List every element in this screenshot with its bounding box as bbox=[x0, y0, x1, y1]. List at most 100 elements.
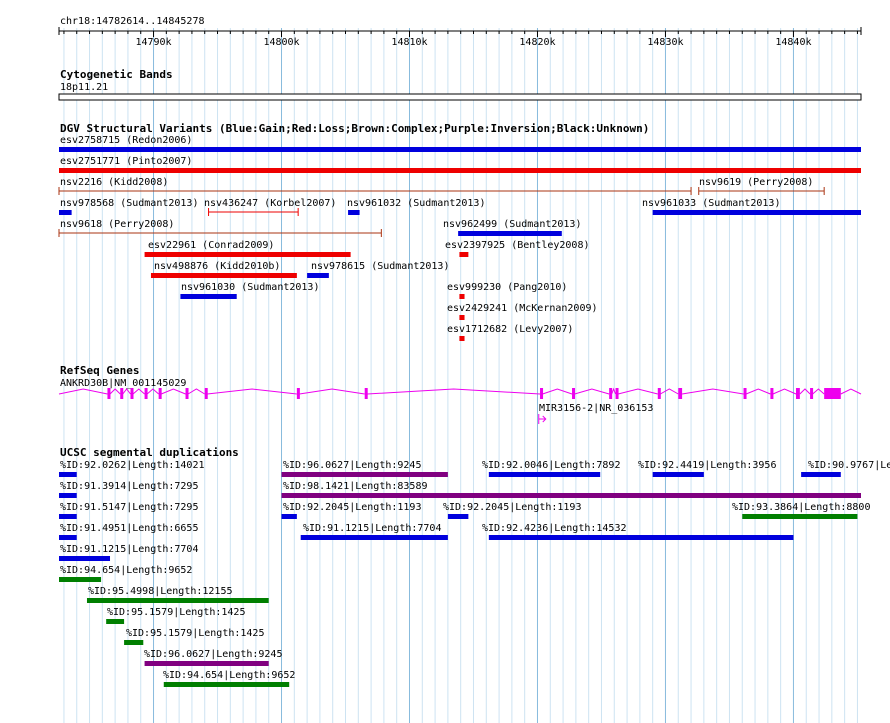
gene-exon[interactable] bbox=[204, 388, 208, 399]
variant-bar[interactable] bbox=[459, 252, 469, 257]
segdup-bar[interactable] bbox=[801, 472, 841, 477]
gene-exon[interactable] bbox=[107, 388, 111, 399]
variant-label: esv2429241 (McKernan2009) bbox=[447, 303, 598, 314]
segdup-bar[interactable] bbox=[281, 472, 448, 477]
segdup-bar[interactable] bbox=[447, 514, 469, 519]
segdup-bar[interactable] bbox=[59, 493, 77, 498]
variant-bar[interactable] bbox=[59, 168, 861, 173]
strand-arrow-icon bbox=[538, 415, 547, 423]
segdup-bar[interactable] bbox=[281, 493, 861, 498]
gene-exon[interactable] bbox=[144, 388, 148, 399]
cytoband-bar[interactable] bbox=[58, 93, 862, 101]
variant-label: nsv436247 (Korbel2007) bbox=[204, 198, 336, 209]
gene-exon[interactable] bbox=[364, 388, 368, 399]
gene-label: MIR3156-2|NR_036153 bbox=[539, 403, 653, 414]
variant-bar[interactable] bbox=[652, 210, 861, 215]
variant-label: esv999230 (Pang2010) bbox=[447, 282, 567, 293]
segdup-label: %ID:92.0046|Length:7892 bbox=[482, 460, 620, 471]
ruler-tick-label: 14830k bbox=[647, 37, 683, 48]
segdup-label: %ID:91.1215|Length:7704 bbox=[303, 523, 441, 534]
segdup-bar[interactable] bbox=[488, 535, 794, 540]
segdup-label: %ID:95.1579|Length:1425 bbox=[126, 628, 264, 639]
segdup-bar[interactable] bbox=[59, 472, 77, 477]
variant-bar[interactable] bbox=[59, 210, 72, 215]
segdup-label: %ID:98.1421|Length:83589 bbox=[283, 481, 428, 492]
segdup-bar[interactable] bbox=[59, 556, 111, 561]
variant-label: esv2751771 (Pinto2007) bbox=[60, 156, 192, 167]
segdup-bar[interactable] bbox=[300, 535, 448, 540]
segdup-bar[interactable] bbox=[742, 514, 858, 519]
segdup-bar[interactable] bbox=[163, 682, 290, 687]
gene-exon[interactable] bbox=[743, 388, 747, 399]
gene-exon[interactable] bbox=[678, 388, 683, 399]
variant-label: esv2397925 (Bentley2008) bbox=[445, 240, 590, 251]
variant-label: nsv978568 (Sudmant2013) bbox=[60, 198, 198, 209]
segdup-label: %ID:95.4998|Length:12155 bbox=[88, 586, 233, 597]
variant-bar[interactable] bbox=[459, 336, 465, 341]
dgv-track-title: DGV Structural Variants (Blue:Gain;Red:L… bbox=[60, 122, 649, 135]
gene-exon[interactable] bbox=[796, 388, 800, 399]
variant-bar[interactable] bbox=[459, 315, 465, 320]
segdup-label: %ID:91.3914|Length:7295 bbox=[60, 481, 198, 492]
segdup-label: %ID:96.0627|Length:9245 bbox=[283, 460, 421, 471]
segdup-bar[interactable] bbox=[86, 598, 269, 603]
gene-exon[interactable] bbox=[130, 388, 134, 399]
segdup-label: %ID:91.1215|Length:7704 bbox=[60, 544, 198, 555]
ruler-tick-label: 14840k bbox=[775, 37, 811, 48]
segdup-label: %ID:90.9767|Le bbox=[808, 460, 890, 471]
gene-exon[interactable] bbox=[810, 388, 814, 399]
gene-exon[interactable] bbox=[770, 388, 774, 399]
segdup-bar[interactable] bbox=[124, 640, 144, 645]
segdup-bar[interactable] bbox=[59, 514, 77, 519]
variant-bar[interactable] bbox=[348, 210, 360, 215]
cytoband-track-title: Cytogenetic Bands bbox=[60, 68, 173, 81]
segdup-bar[interactable] bbox=[144, 661, 269, 666]
segdup-label: %ID:92.4419|Length:3956 bbox=[638, 460, 776, 471]
gene-exon[interactable] bbox=[657, 388, 661, 399]
variant-label: esv22961 (Conrad2009) bbox=[148, 240, 274, 251]
gene-exon[interactable] bbox=[158, 388, 162, 399]
gene-label: ANKRD30B|NM_001145029 bbox=[60, 378, 186, 389]
variant-bar[interactable] bbox=[458, 231, 562, 236]
variant-label: nsv9618 (Perry2008) bbox=[60, 219, 174, 230]
segdup-track-title: UCSC segmental duplications bbox=[60, 446, 239, 459]
segdup-label: %ID:95.1579|Length:1425 bbox=[107, 607, 245, 618]
segdup-label: %ID:92.2045|Length:1193 bbox=[283, 502, 421, 513]
variant-label: esv1712682 (Levy2007) bbox=[447, 324, 573, 335]
gene-exon[interactable] bbox=[609, 388, 613, 399]
variant-label: nsv961030 (Sudmant2013) bbox=[181, 282, 319, 293]
region-label: chr18:14782614..14845278 bbox=[60, 16, 205, 27]
ruler-tick-label: 14820k bbox=[519, 37, 555, 48]
refseq-track-title: RefSeq Genes bbox=[60, 364, 139, 377]
segdup-bar[interactable] bbox=[59, 577, 102, 582]
gene-exon[interactable] bbox=[615, 388, 619, 399]
variant-label: nsv961033 (Sudmant2013) bbox=[642, 198, 780, 209]
variant-label: nsv9619 (Perry2008) bbox=[699, 177, 813, 188]
ruler-tick-label: 14800k bbox=[263, 37, 299, 48]
variant-bar[interactable] bbox=[180, 294, 237, 299]
genome-browser-view: chr18:14782614..14845278 14790k 14800k 1481… bbox=[58, 16, 890, 723]
gene-exon[interactable] bbox=[185, 388, 189, 399]
variant-bar[interactable] bbox=[59, 147, 861, 152]
gene-exon[interactable] bbox=[540, 388, 544, 399]
variant-label: nsv962499 (Sudmant2013) bbox=[443, 219, 581, 230]
ruler-tick-label: 14790k bbox=[135, 37, 171, 48]
gene-exon[interactable] bbox=[824, 388, 841, 399]
segdup-label: %ID:94.654|Length:9652 bbox=[60, 565, 192, 576]
cytoband-label: 18p11.21 bbox=[60, 82, 108, 93]
variant-bar[interactable] bbox=[459, 294, 465, 299]
gene-exon[interactable] bbox=[120, 388, 124, 399]
segdup-bar[interactable] bbox=[106, 619, 125, 624]
variant-bar[interactable] bbox=[307, 273, 329, 278]
segdup-bar[interactable] bbox=[59, 535, 77, 540]
variant-label: esv2758715 (Redon2006) bbox=[60, 135, 192, 146]
segdup-label: %ID:92.2045|Length:1193 bbox=[443, 502, 581, 513]
segdup-label: %ID:94.654|Length:9652 bbox=[163, 670, 295, 681]
segdup-bar[interactable] bbox=[488, 472, 601, 477]
gene-exon[interactable] bbox=[296, 388, 300, 399]
variant-bar[interactable] bbox=[144, 252, 351, 257]
gene-exon[interactable] bbox=[572, 388, 576, 399]
segdup-bar[interactable] bbox=[281, 514, 297, 519]
variant-bar[interactable] bbox=[150, 273, 297, 278]
segdup-bar[interactable] bbox=[652, 472, 704, 477]
